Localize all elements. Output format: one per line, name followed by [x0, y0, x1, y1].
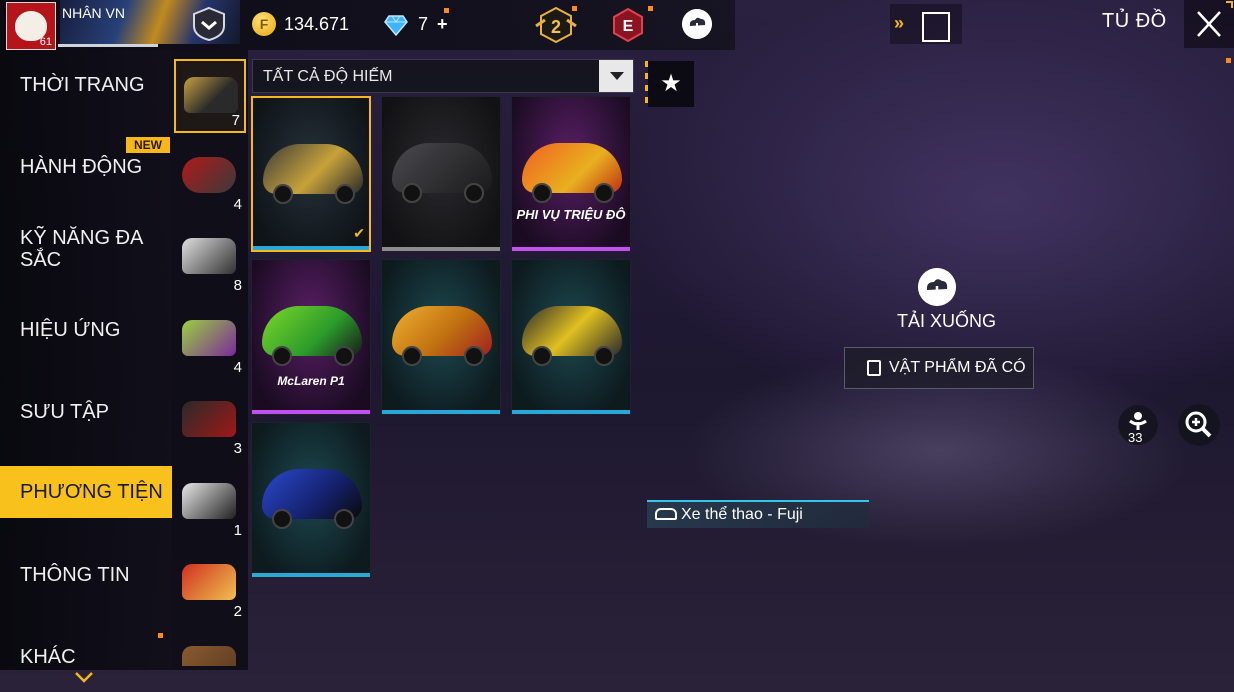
rarity-bar [252, 410, 370, 414]
owned-items-button[interactable]: VẬT PHẨM ĐÃ CÓ [844, 347, 1034, 389]
vehicle-type-jeep[interactable]: 3 [174, 385, 246, 459]
vehicle-type-horse[interactable] [174, 630, 246, 666]
vehicle-type-count: 8 [233, 277, 242, 294]
player-level: 61 [39, 36, 52, 48]
rank-shield-icon[interactable] [190, 6, 228, 42]
gold-coin-icon: F [252, 12, 276, 36]
sidebar-item-effects[interactable]: HIỆU ỨNG [0, 319, 172, 341]
cloud-download-icon[interactable] [682, 9, 712, 39]
selected-vehicle-name-bar: Xe thể thao - Fuji [647, 500, 869, 528]
download-box-icon [867, 360, 881, 376]
motorbike-icon [182, 157, 236, 193]
sidebar-item-fashion[interactable]: THỜI TRANG [0, 74, 172, 96]
selected-vehicle-name: Xe thể thao - Fuji [681, 506, 803, 523]
rarity-bar [512, 410, 630, 414]
sidebar-item-other[interactable]: KHÁC [0, 646, 172, 668]
character-switch-button[interactable]: » [890, 4, 962, 44]
sidebar-item-vehicles[interactable]: PHƯƠNG TIỆN [0, 466, 172, 518]
vehicle-type-motorbike[interactable]: 4 [174, 141, 246, 215]
close-icon[interactable] [1184, 0, 1234, 48]
vehicle-caption: PHI VỤ TRIỆU ĐÔ [516, 207, 626, 222]
vehicle-type-quad-bike[interactable]: 1 [174, 467, 246, 541]
vehicle-type-van[interactable]: 4 [174, 304, 246, 378]
rarity-bar [382, 410, 500, 414]
diamond-amount[interactable]: 7 + [418, 14, 448, 35]
rarity-bar [253, 246, 369, 250]
owned-items-label: VẬT PHẨM ĐÃ CÓ [889, 359, 1026, 376]
quad-bike-icon [182, 483, 236, 519]
exp-bar [58, 44, 158, 47]
sidebar-item-actions[interactable]: HÀNH ĐỘNG [0, 156, 172, 178]
diamond-count: 7 [418, 14, 429, 34]
vehicle-type-count: 3 [233, 440, 242, 457]
rarity-filter-label: TẤT CẢ ĐỘ HIẾM [263, 68, 393, 85]
notification-dot [444, 8, 449, 13]
tuk-tuk-icon [182, 564, 236, 600]
vehicle-card[interactable] [251, 422, 371, 578]
rarity-bar [382, 247, 500, 251]
vehicle-card[interactable]: McLaren P1 [251, 259, 371, 415]
vehicle-type-count: 4 [233, 196, 242, 213]
diamond-icon [384, 15, 408, 36]
double-arrow-icon: » [894, 13, 905, 33]
vehicle-card[interactable] [511, 259, 631, 415]
sidebar-item-multicolor-skills[interactable]: KỸ NĂNG ĐA SẮC [0, 227, 150, 271]
vehicle-card[interactable] [381, 259, 501, 415]
character-icon [922, 12, 950, 42]
vehicle-type-count: 4 [233, 359, 242, 376]
rarity-bar [512, 247, 630, 251]
notification-dot [648, 6, 653, 11]
jeep-icon [182, 401, 236, 437]
vehicle-type-count: 1 [233, 522, 242, 539]
notification-dot [1226, 58, 1231, 63]
pose-count: 33 [1128, 430, 1143, 445]
diamond-plus[interactable]: + [437, 14, 448, 34]
vehicle-type-sports-car[interactable]: 7 [174, 59, 246, 133]
chevron-down-icon[interactable] [74, 670, 94, 684]
notification-dot [572, 6, 577, 11]
player-name: NHÂN VN [62, 5, 126, 21]
sidebar-item-collection[interactable]: SƯU TẬP [0, 401, 172, 423]
favorite-star-icon[interactable]: ★ [648, 61, 694, 107]
rank-badge-icon[interactable]: 2 [535, 6, 577, 44]
van-icon [182, 320, 236, 356]
rank-number: 2 [551, 17, 561, 37]
new-badge: NEW [126, 137, 170, 153]
vehicle-type-count: 2 [233, 603, 242, 620]
page-title: TỦ ĐỒ [1102, 10, 1167, 32]
e-badge-letter: E [623, 18, 634, 35]
vehicle-type-tuk-tuk[interactable]: 2 [174, 548, 246, 622]
notification-dot [158, 633, 163, 638]
monster-truck-icon [182, 238, 236, 274]
vehicle-type-count: 7 [231, 112, 240, 129]
rarity-bar [252, 573, 370, 577]
horse-icon [182, 646, 236, 666]
gold-amount: 134.671 [284, 14, 350, 34]
avatar[interactable]: 61 [6, 2, 56, 50]
vehicle-card[interactable] [381, 96, 501, 252]
sidebar-item-info[interactable]: THÔNG TIN [0, 564, 172, 586]
caret-down-icon[interactable] [599, 60, 633, 92]
download-label[interactable]: TẢI XUỐNG [897, 311, 996, 332]
car-icon [655, 508, 677, 520]
rarity-filter-dropdown[interactable]: TẤT CẢ ĐỘ HIẾM [252, 59, 634, 93]
cloud-download-icon[interactable] [918, 268, 956, 306]
e-badge-icon[interactable]: E [612, 8, 644, 42]
vehicle-caption: McLaren P1 [277, 374, 345, 388]
equipped-check-icon: ✔ [353, 225, 365, 241]
sports-car-icon [184, 77, 238, 113]
vehicle-card[interactable]: PHI VỤ TRIỆU ĐÔ [511, 96, 631, 252]
vehicle-type-monster-truck[interactable]: 8 [174, 222, 246, 296]
vehicle-card[interactable]: ✔ [251, 96, 371, 252]
zoom-in-icon[interactable] [1178, 404, 1220, 446]
